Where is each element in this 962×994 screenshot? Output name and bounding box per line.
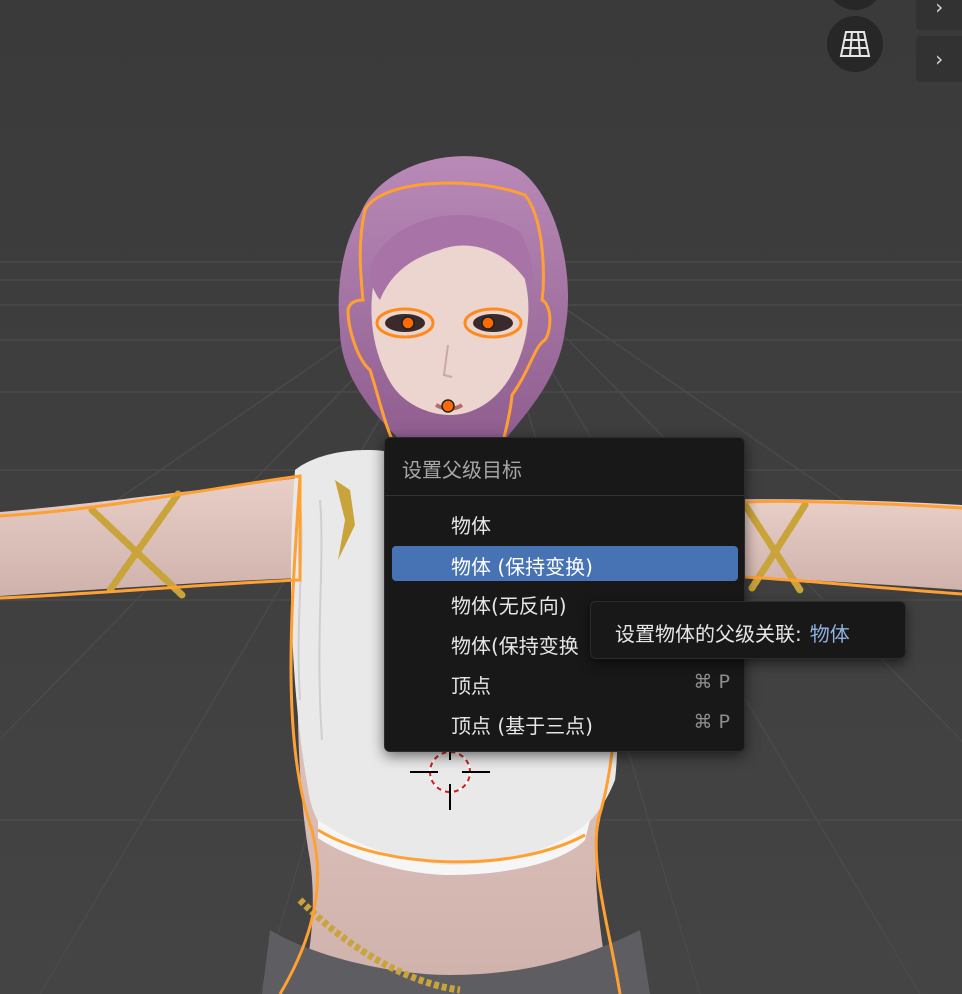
sidebar-tab-2[interactable]: › [916,36,962,82]
set-parent-menu: 设置父级目标 物体 物体 (保持变换) 物体(无反向) 物体(保持变换 顶点 ⌘… [384,437,745,752]
menu-item-shortcut: ⌘ P [693,711,731,733]
menu-item-object[interactable]: 物体 [392,505,738,540]
perspective-grid-icon [839,31,871,57]
origin-dot-mouth [441,399,455,413]
toggle-perspective-button[interactable] [827,16,883,72]
chevron-right-icon: › [932,0,946,19]
menu-item-label: 物体(保持变换 [451,634,579,658]
menu-item-label: 顶点 [451,674,491,698]
menu-item-vertex-triangle[interactable]: 顶点 (基于三点) ⌘ P [392,705,738,740]
menu-item-label: 物体 [451,514,491,538]
menu-item-shortcut: ⌘ P [693,671,731,693]
menu-title: 设置父级目标 [402,458,522,482]
origin-dot-left-eye [401,316,415,330]
3d-viewport[interactable]: › › 设置父级目标 物体 物体 (保持变换) 物体(无反向) 物体(保持变换 … [0,0,962,994]
menu-item-label: 顶点 (基于三点) [451,714,593,738]
tooltip-value: 物体 [809,622,850,646]
sidebar-tab-1[interactable]: › [916,0,962,30]
tooltip-text: 设置物体的父级关联: 物体 [615,618,850,647]
tooltip: 设置物体的父级关联: 物体 [590,601,906,659]
tooltip-description: 设置物体的父级关联: [615,622,802,646]
menu-item-object-keep-transform[interactable]: 物体 (保持变换) [392,546,738,581]
chevron-right-icon: › [932,47,946,71]
menu-item-label: 物体 (保持变换) [451,555,593,579]
menu-item-vertex[interactable]: 顶点 ⌘ P [392,665,738,700]
menu-divider [385,495,744,496]
origin-dot-right-eye [481,316,495,330]
menu-item-label: 物体(无反向) [451,594,567,618]
